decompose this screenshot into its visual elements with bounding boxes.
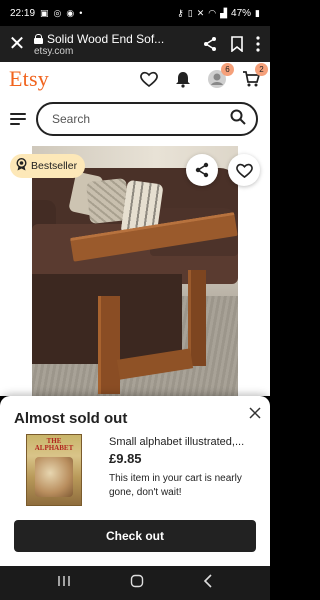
award-icon [16, 157, 27, 174]
search-input[interactable] [52, 112, 230, 126]
more-options-icon[interactable] [256, 36, 260, 52]
share-page-icon[interactable] [202, 36, 218, 52]
book-cover-text: THE ALPHABET [34, 437, 74, 452]
share-button[interactable] [186, 154, 218, 186]
screenshot-icon: ▣ [40, 7, 49, 18]
favorites-icon[interactable] [139, 69, 159, 89]
back-icon[interactable] [203, 573, 213, 593]
wifi-icon: ◠ [208, 7, 217, 18]
key-icon: ⚷ [177, 7, 184, 18]
bookmark-icon[interactable] [230, 36, 244, 52]
menu-icon[interactable] [10, 113, 26, 125]
checkout-button[interactable]: Check out [14, 520, 256, 552]
battery-icon: ▮ [255, 7, 260, 18]
cart-item-thumbnail[interactable]: THE ALPHABET [14, 434, 94, 506]
mute-icon: ✕ [196, 7, 205, 18]
heart-icon [235, 163, 253, 178]
status-time: 22:19 [10, 7, 36, 19]
page-title: Solid Wood End Sof... [47, 31, 165, 46]
cart-icon[interactable]: 2 [241, 63, 268, 89]
scarcity-note: This item in your cart is nearly gone, d… [109, 473, 242, 498]
account-avatar[interactable]: 6 [207, 63, 234, 89]
search-icon[interactable] [230, 109, 246, 130]
cart-item-name[interactable]: Small alphabet illustrated,... [109, 436, 259, 448]
recent-apps-icon[interactable] [57, 574, 71, 592]
book-cover: THE ALPHABET [26, 434, 82, 506]
sheet-title: Almost sold out [14, 410, 128, 427]
etsy-logo[interactable]: Etsy [9, 66, 49, 92]
home-icon[interactable] [130, 574, 144, 593]
notification-dot-icon: • [79, 7, 83, 18]
search-box[interactable] [36, 102, 258, 136]
favorite-button[interactable] [228, 154, 260, 186]
bestseller-badge: Bestseller [10, 154, 86, 178]
share-icon [195, 162, 209, 178]
url-block[interactable]: Solid Wood End Sof... etsy.com [34, 32, 202, 57]
lock-icon [34, 33, 43, 44]
search-row [0, 96, 270, 142]
messenger-icon: ◎ [53, 7, 62, 18]
close-tab-icon[interactable]: ✕ [0, 34, 34, 54]
signal-icon: ▟ [220, 7, 228, 18]
whatsapp-icon: ◉ [66, 7, 75, 18]
notifications-badge: 6 [221, 63, 234, 76]
site-header: Etsy 6 2 [0, 62, 270, 96]
status-bar: 22:19 ▣ ◎ ◉ • ⚷ ▯ ✕ ◠ ▟ 47% ▮ [0, 0, 270, 26]
vibrate-icon: ▯ [187, 7, 193, 18]
bestseller-label: Bestseller [31, 160, 78, 172]
system-nav-bar [0, 566, 270, 600]
bell-icon[interactable] [173, 69, 193, 89]
close-sheet-icon[interactable] [246, 404, 264, 422]
battery-level: 47% [231, 7, 252, 19]
cart-badge: 2 [255, 63, 268, 76]
cart-item-price: £9.85 [109, 451, 142, 466]
almost-sold-out-sheet: Almost sold out THE ALPHABET Small alpha… [0, 396, 270, 566]
domain-text: etsy.com [34, 45, 74, 57]
browser-toolbar: ✕ Solid Wood End Sof... etsy.com [0, 26, 270, 62]
listing-gallery: Bestseller [0, 142, 270, 396]
